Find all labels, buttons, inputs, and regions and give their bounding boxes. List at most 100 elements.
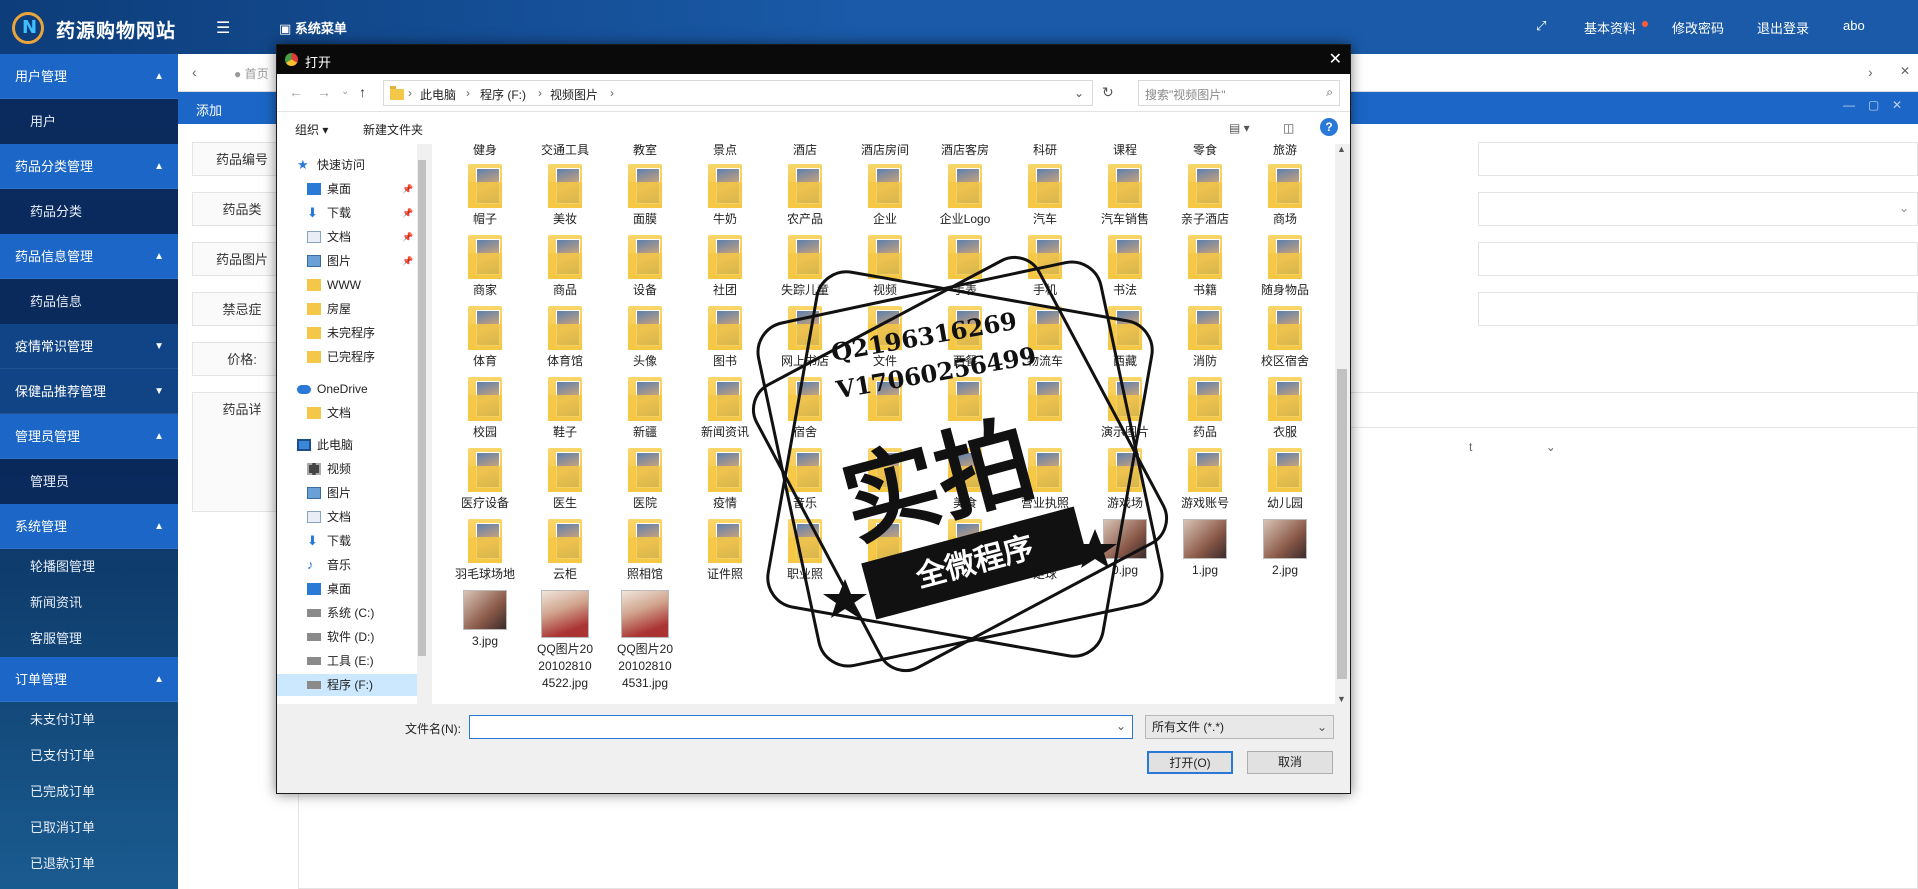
nav-folder-house[interactable]: 房屋 (307, 298, 415, 320)
folder-item[interactable]: 志愿者 (846, 519, 924, 583)
nav-music[interactable]: ♪ 音乐 (307, 554, 415, 576)
folder-item[interactable] (1006, 377, 1084, 424)
tab-next-icon[interactable]: › (1868, 64, 1873, 80)
folder-item[interactable]: 消防 (1166, 306, 1244, 370)
folder-item[interactable] (846, 448, 924, 495)
back-arrow-icon[interactable]: ← (289, 84, 303, 100)
folder-item[interactable]: 书法 (1086, 235, 1164, 299)
folder-item[interactable]: 企业Logo (926, 164, 1004, 228)
tab-prev-icon[interactable]: ‹ (192, 64, 197, 80)
sidebar-item-news[interactable]: 新闻资讯 (0, 585, 178, 621)
folder-item[interactable]: 头像 (606, 306, 684, 370)
folder-item[interactable]: 体育 (446, 306, 524, 370)
folder-item[interactable]: 游戏账号 (1166, 448, 1244, 512)
folder-item[interactable]: 帽子 (446, 164, 524, 228)
contraindication-input[interactable] (1478, 292, 1918, 326)
folder-item[interactable] (926, 519, 1004, 566)
folder-item[interactable]: 游戏场 (1086, 448, 1164, 512)
folder-item[interactable]: 图书 (686, 306, 764, 370)
folder-item[interactable]: 网上书店 (766, 306, 844, 370)
nav-desktop[interactable]: 桌面 (307, 578, 415, 600)
drug-category-select[interactable]: ⌄ (1478, 192, 1918, 226)
folder-item[interactable]: 体育馆 (526, 306, 604, 370)
help-icon[interactable]: ? (1320, 118, 1338, 136)
sidebar-item-completed[interactable]: 已完成订单 (0, 774, 178, 810)
scroll-up-icon[interactable]: ▲ (1337, 144, 1346, 154)
maximize-icon[interactable]: ▢ (1868, 98, 1879, 112)
folder-item[interactable]: 商场 (1246, 164, 1324, 228)
nav-scroll-thumb[interactable] (418, 160, 426, 656)
folder-item[interactable]: 西藏 (1086, 306, 1164, 370)
sidebar-group-system[interactable]: 系统管理 ▲ (0, 504, 178, 549)
nav-pictures-pinned[interactable]: 图片 📌 (307, 250, 415, 272)
folder-item[interactable]: 药品 (1166, 377, 1244, 441)
drug-image-input[interactable] (1478, 242, 1918, 276)
sidebar-item-drug-category[interactable]: 药品分类 (0, 189, 178, 234)
sidebar-group-drug-category[interactable]: 药品分类管理 ▲ (0, 144, 178, 189)
sidebar-group-orders[interactable]: 订单管理 ▲ (0, 657, 178, 702)
menu-toggle-icon[interactable]: ☰ (216, 18, 230, 38)
nav-downloads[interactable]: ⬇ 下载 (307, 530, 415, 552)
nav-folder-www[interactable]: WWW (307, 274, 415, 296)
current-user[interactable]: abo (1843, 18, 1865, 33)
close-icon[interactable]: ✕ (1892, 98, 1902, 112)
nav-drive-d[interactable]: 软件 (D:) (307, 626, 415, 648)
folder-item[interactable]: 物流车 (1006, 306, 1084, 370)
folder-item[interactable]: 衣服 (1246, 377, 1324, 441)
folder-item[interactable]: 汽车销售 (1086, 164, 1164, 228)
drug-code-input[interactable] (1478, 142, 1918, 176)
filename-input[interactable]: ⌄ (469, 715, 1133, 739)
nav-quick-access[interactable]: ★ 快速访问 (297, 154, 415, 176)
folder-item[interactable] (926, 377, 1004, 424)
folder-item[interactable]: 社团 (686, 235, 764, 299)
folder-item[interactable]: 校园 (446, 377, 524, 441)
sidebar-group-epidemic[interactable]: 疫情常识管理 ▼ (0, 324, 178, 369)
file-label-partial[interactable]: 交通工具 (526, 144, 604, 158)
scroll-down-icon[interactable]: ▼ (1337, 694, 1346, 704)
sidebar-item-refunded[interactable]: 已退款订单 (0, 846, 178, 882)
folder-item[interactable]: 职业照 (766, 519, 844, 583)
recent-dropdown-icon[interactable]: ⌄ (341, 86, 349, 97)
system-menu-link[interactable]: ▣ 系统菜单 (279, 18, 347, 37)
folder-item[interactable]: 设备 (606, 235, 684, 299)
address-dropdown-icon[interactable]: ⌄ (1074, 86, 1084, 100)
folder-item[interactable]: 新闻资讯 (686, 377, 764, 441)
nav-videos[interactable]: 视频 (307, 458, 415, 480)
folder-item[interactable]: 文件 (846, 306, 924, 370)
sidebar-group-admin[interactable]: 管理员管理 ▲ (0, 414, 178, 459)
folder-item[interactable]: 亲子酒店 (1166, 164, 1244, 228)
image-file[interactable]: 1.jpg (1166, 519, 1244, 579)
image-file[interactable]: 2.jpg (1246, 519, 1324, 579)
image-file[interactable]: 3.jpg (446, 590, 524, 650)
nav-onedrive[interactable]: OneDrive (297, 378, 415, 400)
sidebar-group-drug-info[interactable]: 药品信息管理 ▲ (0, 234, 178, 279)
file-label-partial[interactable]: 旅游 (1246, 144, 1324, 158)
preview-pane-icon[interactable]: ◫ (1283, 121, 1294, 135)
file-label-partial[interactable]: 健身 (446, 144, 524, 158)
sidebar-item-user[interactable]: 用户 (0, 99, 178, 144)
sidebar-item-support[interactable]: 客服管理 (0, 621, 178, 657)
folder-item[interactable]: 新疆 (606, 377, 684, 441)
new-folder-button[interactable]: 新建文件夹 (363, 121, 423, 138)
nav-onedrive-documents[interactable]: 文档 (307, 402, 415, 424)
nav-documents-pinned[interactable]: 文档 📌 (307, 226, 415, 248)
folder-item[interactable]: 营业执照 (1006, 448, 1084, 512)
tab-home[interactable]: ● 首页 (234, 65, 269, 82)
folder-item[interactable]: 医生 (526, 448, 604, 512)
folder-item[interactable]: 医院 (606, 448, 684, 512)
nav-this-pc[interactable]: 此电脑 (297, 434, 415, 456)
nav-desktop-pinned[interactable]: 桌面 📌 (307, 178, 415, 200)
breadcrumb-folder[interactable]: 视频图片 (550, 86, 598, 103)
sidebar-item-carousel[interactable]: 轮播图管理 (0, 549, 178, 585)
image-file[interactable]: QQ图片20201028104531.jpg (606, 590, 684, 692)
sidebar-item-unpaid[interactable]: 未支付订单 (0, 702, 178, 738)
folder-item[interactable]: 商品 (526, 235, 604, 299)
file-label-partial[interactable]: 教室 (606, 144, 684, 158)
address-bar[interactable]: › 此电脑 › 程序 (F:) › 视频图片 › ⌄ (383, 80, 1093, 106)
filetype-select[interactable]: 所有文件 (*.*) ⌄ (1145, 715, 1334, 739)
sidebar-item-drug-info[interactable]: 药品信息 (0, 279, 178, 324)
folder-item[interactable]: 企业 (846, 164, 924, 228)
minimize-icon[interactable]: — (1843, 98, 1855, 112)
folder-item[interactable]: 羽毛球场地 (446, 519, 524, 583)
sidebar-item-cancelled[interactable]: 已取消订单 (0, 810, 178, 846)
